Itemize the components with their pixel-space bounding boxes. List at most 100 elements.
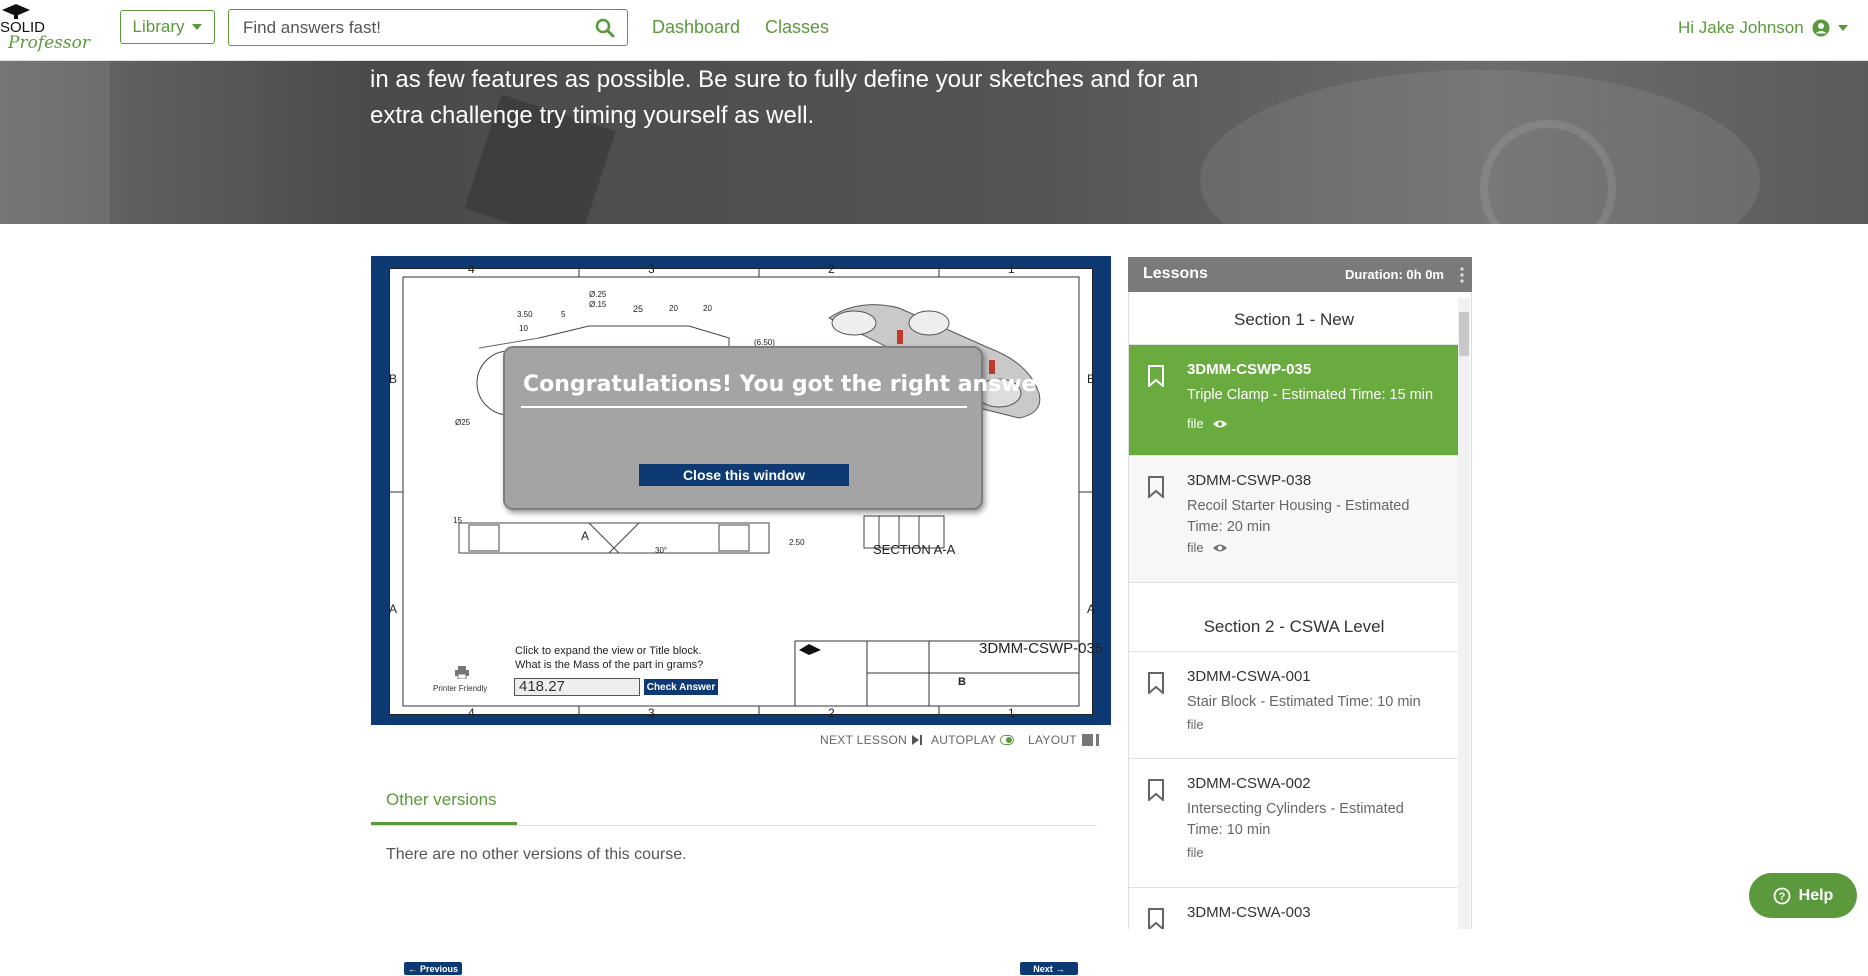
eye-icon: [1212, 420, 1227, 427]
dimension-label: 20: [669, 304, 678, 313]
next-button[interactable]: Next →: [1019, 961, 1079, 976]
dimension-label: 15: [453, 516, 462, 525]
help-button[interactable]: ? Help: [1749, 873, 1857, 918]
lesson-code: 3DMM-CSWA-003: [1187, 904, 1311, 921]
autoplay-label: AUTOPLAY: [931, 733, 997, 747]
tab-divider: [371, 825, 1097, 826]
question-circle-icon: ?: [1773, 887, 1791, 904]
lesson-file-link[interactable]: file: [1187, 845, 1204, 860]
sheet-border-letter: A: [1087, 602, 1096, 616]
dimension-label: Ø25: [455, 418, 471, 427]
lessons-panel-header: Lessons Duration: 0h 0m: [1128, 257, 1472, 292]
file-label: file: [1187, 845, 1204, 860]
bookmark-icon[interactable]: [1147, 672, 1165, 694]
lesson-description: Stair Block - Estimated Time: 10 min: [1187, 694, 1421, 710]
file-label: file: [1187, 717, 1204, 732]
lesson-code: 3DMM-CSWP-038: [1187, 472, 1312, 489]
nav-link-classes[interactable]: Classes: [765, 17, 829, 38]
answer-input[interactable]: 418.27: [514, 678, 640, 696]
lessons-title: Lessons: [1143, 265, 1208, 282]
sheet-border-number: 3: [648, 706, 655, 720]
next-label: Next: [1033, 963, 1053, 974]
library-dropdown[interactable]: Library: [120, 10, 215, 44]
hero-background-decoration: [0, 60, 110, 224]
sheet-border-number: 4: [468, 706, 475, 720]
lesson-code: 3DMM-CSWA-002: [1187, 775, 1311, 792]
toggle-icon: [1000, 735, 1015, 745]
next-lesson-control[interactable]: NEXT LESSON: [820, 733, 923, 747]
layout-icon: [1081, 734, 1099, 746]
check-answer-button[interactable]: Check Answer: [644, 679, 718, 695]
bookmark-icon[interactable]: [1147, 476, 1165, 498]
section-marker: A: [581, 529, 590, 543]
nav-link-dashboard[interactable]: Dashboard: [652, 17, 740, 38]
arrow-left-icon: ←: [407, 963, 417, 974]
dimension-label: 3.50: [517, 310, 533, 319]
sheet-border-number: 2: [828, 706, 835, 720]
arrow-right-icon: →: [1055, 963, 1065, 974]
tab-other-versions[interactable]: Other versions: [371, 790, 517, 826]
lesson-file-link[interactable]: file: [1187, 416, 1228, 431]
expand-instruction: Click to expand the view or Title block.: [515, 645, 702, 657]
sheet-border-number: 1: [1008, 706, 1015, 720]
success-message: Congratulations! You got the right answe…: [523, 372, 1058, 397]
dimension-label: 5: [561, 310, 566, 319]
more-options-icon[interactable]: [1460, 267, 1464, 283]
lesson-file-link[interactable]: file: [1187, 540, 1228, 555]
lesson-description: Intersecting Cylinders - Estimated Time:…: [1187, 801, 1404, 838]
file-label: file: [1187, 416, 1204, 431]
lesson-item[interactable]: 3DMM-CSWA-003: [1129, 888, 1459, 929]
hero-background-decoration: [1200, 70, 1760, 224]
previous-button[interactable]: ← Previous: [403, 961, 463, 976]
course-description-line: in as few features as possible. Be sure …: [370, 66, 1199, 93]
dimension-label: 30°: [655, 546, 668, 555]
section-title: Section 1 - New: [1234, 310, 1354, 329]
user-menu[interactable]: Hi Jake Johnson: [1678, 18, 1848, 38]
bookmark-icon[interactable]: [1147, 779, 1165, 801]
autoplay-toggle[interactable]: AUTOPLAY: [931, 733, 1015, 747]
lesson-code: 3DMM-CSWP-035: [1187, 361, 1312, 378]
help-label: Help: [1798, 886, 1834, 904]
section-title: Section 2 - CSWA Level: [1203, 617, 1385, 636]
lesson-code: 3DMM-CSWA-001: [1187, 668, 1311, 685]
course-description-line: extra challenge try timing yourself as w…: [370, 102, 815, 129]
no-versions-message: There are no other versions of this cour…: [386, 846, 687, 863]
lesson-item[interactable]: 3DMM-CSWP-035 Triple Clamp - Estimated T…: [1129, 345, 1459, 456]
course-hero-banner: in as few features as possible. Be sure …: [0, 60, 1868, 224]
bookmark-icon[interactable]: [1147, 908, 1165, 929]
svg-text:?: ?: [1778, 891, 1785, 903]
title-block-number: 3DMM-CSWP-035: [979, 640, 1104, 657]
search-input[interactable]: [241, 17, 575, 39]
close-window-button[interactable]: Close this window: [639, 464, 849, 486]
section-view-label: SECTION A-A: [873, 542, 956, 557]
user-greeting: Hi Jake Johnson: [1678, 18, 1804, 37]
previous-label: Previous: [419, 963, 459, 974]
lesson-file-link[interactable]: file: [1187, 717, 1204, 732]
lesson-item[interactable]: 3DMM-CSWP-038 Recoil Starter Housing - E…: [1129, 456, 1459, 583]
lesson-item[interactable]: 3DMM-CSWA-002 Intersecting Cylinders - E…: [1129, 759, 1459, 888]
dialog-divider: [521, 406, 967, 408]
file-label: file: [1187, 540, 1204, 555]
chevron-down-icon: [192, 24, 203, 30]
library-label: Library: [132, 17, 185, 36]
search-icon[interactable]: [595, 18, 615, 38]
dimension-label: Ø.15: [589, 300, 607, 309]
lesson-item[interactable]: 3DMM-CSWA-001 Stair Block - Estimated Ti…: [1129, 652, 1459, 759]
bookmark-icon[interactable]: [1147, 365, 1165, 387]
lessons-duration: Duration: 0h 0m: [1345, 267, 1444, 282]
eye-icon: [1212, 544, 1227, 551]
course-description: in as few features as possible. Be sure …: [370, 60, 1270, 134]
chevron-down-icon: [1837, 25, 1848, 31]
lessons-scrollbar-thumb[interactable]: [1459, 312, 1469, 356]
skip-next-icon: [912, 735, 923, 745]
layout-label: LAYOUT: [1028, 733, 1077, 747]
lessons-scrollbar[interactable]: [1458, 298, 1470, 929]
lessons-list: Section 1 - New 3DMM-CSWP-035 Triple Cla…: [1128, 292, 1472, 929]
layout-control[interactable]: LAYOUT: [1028, 733, 1101, 747]
search-box: [228, 9, 628, 46]
dimension-label: 10: [519, 324, 528, 333]
sheet-border-number: 1: [1008, 262, 1015, 276]
solidprofessor-logo[interactable]: SOLID Professor: [0, 0, 95, 58]
printer-label: Printer Friendly: [433, 684, 488, 693]
sheet-border-letter: B: [1087, 372, 1096, 386]
